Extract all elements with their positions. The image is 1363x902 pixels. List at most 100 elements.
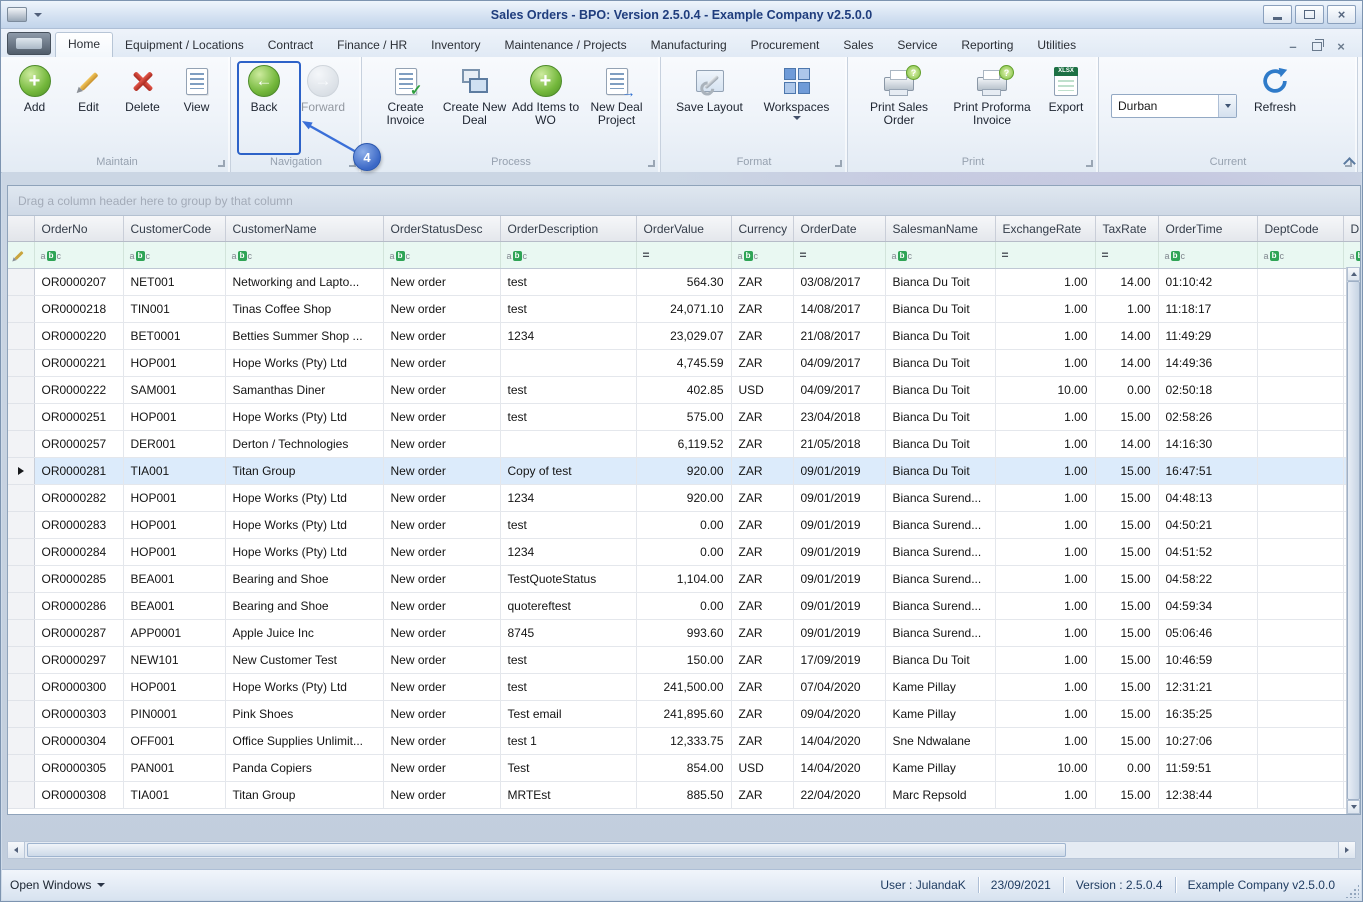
print-sales-order-button[interactable]: ? Print Sales Order [853,60,945,152]
filter-cell-d[interactable]: abc [1343,241,1360,269]
cell[interactable]: Betties Summer Shop ... [225,322,384,350]
cell[interactable] [1257,403,1344,431]
cell[interactable]: 920.00 [636,484,732,512]
cell[interactable]: 04:48:13 [1158,484,1258,512]
cell[interactable]: TIN001 [123,295,226,323]
cell[interactable]: New order [383,619,501,647]
cell[interactable]: ZAR [731,511,794,539]
cell[interactable]: New order [383,673,501,701]
cell[interactable]: Hope Works (Pty) Ltd [225,403,384,431]
cell[interactable]: BEA001 [123,565,226,593]
cell[interactable]: Apple Juice Inc [225,619,384,647]
cell[interactable]: 04:51:52 [1158,538,1258,566]
delete-button[interactable]: Delete [116,60,169,152]
cell[interactable] [500,430,637,458]
cell[interactable]: OR0000207 [34,268,124,296]
cell[interactable]: 12:38:44 [1158,781,1258,809]
cell[interactable]: 15.00 [1095,727,1159,755]
column-header-taxrate[interactable]: TaxRate [1095,216,1159,242]
cell[interactable]: 1.00 [995,511,1096,539]
cell[interactable]: 14.00 [1095,430,1159,458]
cell[interactable]: 14.00 [1095,322,1159,350]
cell[interactable]: 01:10:42 [1158,268,1258,296]
cell[interactable]: OR0000282 [34,484,124,512]
cell[interactable]: Kame Pillay [885,754,996,782]
cell[interactable]: 03/08/2017 [793,268,886,296]
cell[interactable]: New order [383,646,501,674]
cell[interactable]: 1.00 [995,268,1096,296]
filter-cell-salesmanname[interactable]: abc [885,241,996,269]
cell[interactable]: 23,029.07 [636,322,732,350]
cell[interactable]: ZAR [731,565,794,593]
cell[interactable]: 241,500.00 [636,673,732,701]
cell[interactable]: New order [383,376,501,404]
cell[interactable]: test [500,295,637,323]
cell[interactable]: 15.00 [1095,673,1159,701]
column-header-deptcode[interactable]: DeptCode [1257,216,1344,242]
cell[interactable]: 11:18:17 [1158,295,1258,323]
filter-cell-orderdescription[interactable]: abc [500,241,637,269]
cell[interactable]: New order [383,349,501,377]
cell[interactable]: Bianca Du Toit [885,430,996,458]
cell[interactable]: 11:49:29 [1158,322,1258,350]
table-row[interactable]: OR0000251 HOP001 Hope Works (Pty) Ltd New o… [8,403,1360,431]
column-header-customercode[interactable]: CustomerCode [123,216,226,242]
cell[interactable]: 4,745.59 [636,349,732,377]
cell[interactable]: New order [383,295,501,323]
cell[interactable]: test [500,403,637,431]
new-deal-project-button[interactable]: → New Deal Project [583,60,651,152]
cell[interactable]: 1234 [500,538,637,566]
cell[interactable]: 885.50 [636,781,732,809]
table-row[interactable]: OR0000221 HOP001 Hope Works (Pty) Ltd New o… [8,349,1360,377]
cell[interactable]: 15.00 [1095,646,1159,674]
cell[interactable]: 1234 [500,484,637,512]
cell[interactable]: 15.00 [1095,592,1159,620]
cell[interactable]: Titan Group [225,457,384,485]
cell[interactable]: 05:06:46 [1158,619,1258,647]
cell[interactable]: New order [383,457,501,485]
cell[interactable]: 15.00 [1095,511,1159,539]
cell[interactable]: ZAR [731,646,794,674]
cell[interactable]: Marc Repsold [885,781,996,809]
cell[interactable]: ZAR [731,538,794,566]
cell[interactable] [1257,700,1344,728]
tab-inventory[interactable]: Inventory [419,34,492,57]
column-header-orderdescription[interactable]: OrderDescription [500,216,637,242]
cell[interactable]: 09/01/2019 [793,484,886,512]
cell[interactable]: quotereftest [500,592,637,620]
cell[interactable]: Networking and Lapto... [225,268,384,296]
cell[interactable]: Bianca Du Toit [885,349,996,377]
cell[interactable]: 10:27:06 [1158,727,1258,755]
cell[interactable] [1257,754,1344,782]
column-header-exchangerate[interactable]: ExchangeRate [995,216,1096,242]
add-items-to-wo-button[interactable]: + Add Items to WO [510,60,582,152]
cell[interactable]: 1.00 [995,403,1096,431]
cell[interactable]: New order [383,565,501,593]
tab-reporting[interactable]: Reporting [949,34,1025,57]
maximize-button[interactable] [1295,5,1324,24]
cell[interactable]: 15.00 [1095,700,1159,728]
cell[interactable]: OR0000221 [34,349,124,377]
cell[interactable]: 241,895.60 [636,700,732,728]
filter-cell-ordertime[interactable]: abc [1158,241,1258,269]
cell[interactable]: ZAR [731,673,794,701]
cell[interactable]: ZAR [731,268,794,296]
tab-service[interactable]: Service [885,34,949,57]
cell[interactable]: Tinas Coffee Shop [225,295,384,323]
tab-home[interactable]: Home [55,32,114,57]
cell[interactable]: OR0000297 [34,646,124,674]
cell[interactable]: Kame Pillay [885,673,996,701]
cell[interactable]: 11:59:51 [1158,754,1258,782]
cell[interactable]: Bianca Du Toit [885,403,996,431]
cell[interactable]: 02:50:18 [1158,376,1258,404]
cell[interactable]: Office Supplies Unlimit... [225,727,384,755]
dialog-launcher-icon[interactable] [1086,160,1093,167]
cell[interactable] [1257,646,1344,674]
cell[interactable]: 10.00 [995,376,1096,404]
cell[interactable]: 14/08/2017 [793,295,886,323]
cell[interactable] [1257,457,1344,485]
cell[interactable]: TestQuoteStatus [500,565,637,593]
tab-sales[interactable]: Sales [831,34,885,57]
filter-cell-deptcode[interactable]: abc [1257,241,1344,269]
filter-cell-orderstatusdesc[interactable]: abc [383,241,501,269]
